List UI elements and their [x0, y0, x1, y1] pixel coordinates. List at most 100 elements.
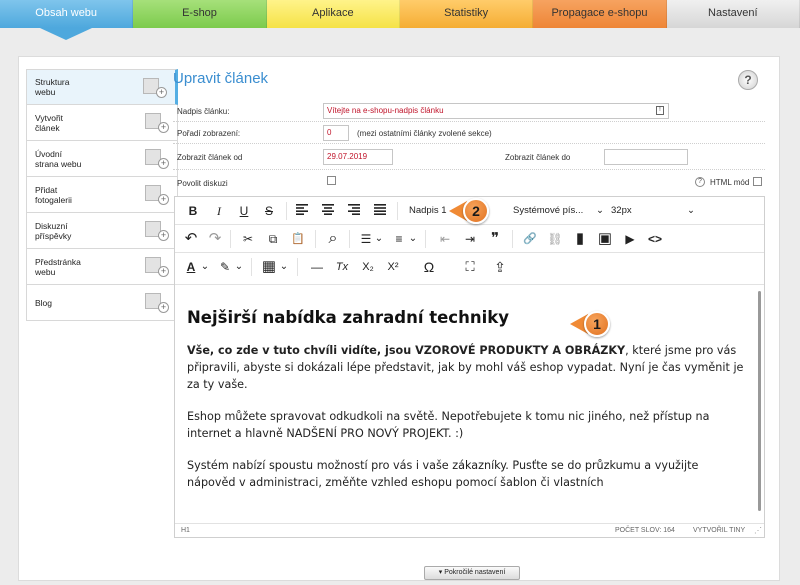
- chevron-down-icon[interactable]: ⌄: [687, 202, 697, 220]
- prepage-icon: +: [145, 255, 169, 277]
- search-icon[interactable]: ⌕: [323, 230, 343, 248]
- sidebar-item-label: Struktura webu: [35, 77, 70, 97]
- sidebar-item-predstranka[interactable]: Předstránka webu +: [26, 249, 178, 285]
- tab-obsah-webu[interactable]: Obsah webu: [0, 0, 134, 40]
- upload-icon[interactable]: ⇪: [490, 258, 510, 276]
- main-panel: Struktura webu + Vytvořit článek + Úvodn…: [18, 56, 780, 581]
- show-from-input[interactable]: 29.07.2019: [323, 149, 393, 165]
- fullscreen-icon[interactable]: ⛶: [460, 258, 480, 276]
- sidebar-item-label: Předstránka webu: [35, 256, 81, 277]
- tab-propagace[interactable]: Propagace e-shopu: [533, 0, 667, 28]
- tab-aplikace[interactable]: Aplikace: [266, 0, 400, 28]
- align-right-icon[interactable]: [344, 202, 364, 220]
- sidebar-item-label: Blog: [35, 297, 53, 308]
- sitemap-icon: +: [143, 76, 167, 98]
- sidebar: Struktura webu + Vytvořit článek + Úvodn…: [26, 69, 178, 321]
- subscript-icon[interactable]: X₂: [357, 258, 379, 276]
- chevron-down-icon[interactable]: ⌄: [279, 258, 289, 276]
- content-heading: Nejširší nabídka zahradní techniky: [187, 308, 509, 327]
- top-navigation: Obsah webu E-shop Aplikace Statistiky Pr…: [0, 0, 800, 40]
- tab-e-shop[interactable]: E-shop: [133, 0, 267, 28]
- numbered-list-icon[interactable]: ≡: [390, 230, 408, 248]
- toolbar-divider: [286, 202, 287, 220]
- advanced-settings-button[interactable]: ▾ Pokročilé nastavení: [424, 566, 520, 580]
- horizontal-line-icon[interactable]: —: [307, 258, 327, 276]
- show-from-label: Zobrazit článek od: [177, 153, 243, 162]
- indent-icon[interactable]: ⇥: [460, 230, 480, 248]
- dates-row: Zobrazit článek od 29.07.2019 Zobrazit č…: [173, 144, 765, 170]
- align-center-icon[interactable]: [318, 202, 338, 220]
- order-input[interactable]: 0: [323, 125, 349, 141]
- chevron-down-icon[interactable]: ⌄: [234, 258, 244, 276]
- bullet-list-icon[interactable]: ☰: [357, 230, 375, 248]
- bold-button[interactable]: B: [183, 202, 203, 220]
- superscript-icon[interactable]: X²: [382, 258, 404, 276]
- underline-button[interactable]: U: [234, 202, 254, 220]
- source-code-icon[interactable]: <>: [645, 230, 665, 248]
- outdent-icon[interactable]: ⇤: [435, 230, 455, 248]
- sidebar-item-blog[interactable]: Blog +: [26, 285, 178, 321]
- italic-button[interactable]: I: [209, 202, 229, 220]
- rich-text-editor: B I U S Nadpis 1 Systémové pís... ⌄ 32px…: [174, 196, 765, 538]
- sidebar-item-vytvorit-clanek[interactable]: Vytvořit článek +: [26, 105, 178, 141]
- editor-statusbar: H1 POČET SLOV: 164 VYTVOŘIL TINY ⋰: [175, 523, 764, 537]
- chevron-down-icon[interactable]: ⌄: [374, 230, 384, 248]
- image-icon[interactable]: ▣: [595, 230, 615, 248]
- info-icon: ?: [695, 177, 705, 187]
- element-path[interactable]: H1: [181, 524, 190, 537]
- unlink-icon[interactable]: ⛓: [545, 230, 565, 248]
- highlight-icon[interactable]: ✎: [217, 258, 233, 276]
- text-color-icon[interactable]: A: [183, 258, 199, 276]
- heading-label: Nadpis článku:: [177, 107, 230, 116]
- toolbar-divider: [230, 230, 231, 248]
- blockquote-icon[interactable]: ❞: [485, 230, 505, 248]
- tab-nastaveni[interactable]: Nastavení: [666, 0, 800, 28]
- content-paragraph: Eshop můžete spravovat odkudkoli na svět…: [187, 410, 710, 440]
- font-size-select[interactable]: 32px: [611, 202, 651, 220]
- heading-input[interactable]: Vítejte na e-shopu-nadpis článku !: [323, 103, 669, 119]
- tab-label: Statistiky: [444, 7, 489, 19]
- active-tab-pointer: [40, 28, 93, 40]
- tab-statistiky[interactable]: Statistiky: [399, 0, 534, 28]
- sidebar-item-label: Diskuzní příspěvky: [35, 220, 72, 241]
- heading-row: Nadpis článku: Vítejte na e-shopu-nadpis…: [173, 101, 765, 122]
- order-row: Pořadí zobrazení: 0 (mezi ostatními člán…: [173, 122, 765, 144]
- chevron-down-icon: ▾: [438, 569, 443, 576]
- table-icon[interactable]: ▦: [260, 258, 278, 276]
- copy-icon[interactable]: ⧉: [263, 230, 283, 248]
- clear-format-icon[interactable]: Tx: [332, 258, 352, 276]
- cut-icon[interactable]: ✂: [238, 230, 258, 248]
- powered-by[interactable]: VYTVOŘIL TINY: [693, 524, 745, 537]
- special-char-icon[interactable]: Ω: [419, 258, 439, 276]
- content-paragraph: Systém nabízí spoustu možností pro vás i…: [187, 459, 699, 489]
- sidebar-item-uvodni-strana[interactable]: Úvodní strana webu +: [26, 141, 178, 177]
- link-icon[interactable]: 🔗: [520, 230, 540, 248]
- advanced-settings-label: Pokročilé nastavení: [444, 569, 506, 576]
- align-left-icon[interactable]: [292, 202, 312, 220]
- align-justify-icon[interactable]: [370, 202, 390, 220]
- html-mode-checkbox[interactable]: [753, 177, 762, 186]
- editor-scrollbar[interactable]: [758, 291, 761, 511]
- sidebar-item-label: Přidat fotogalerii: [35, 184, 72, 205]
- show-to-input[interactable]: [604, 149, 688, 165]
- field-options-icon[interactable]: !: [656, 106, 664, 115]
- bookmark-icon[interactable]: ▮: [570, 230, 590, 248]
- chevron-down-icon[interactable]: ⌄: [596, 202, 606, 220]
- media-icon[interactable]: ▶: [620, 230, 640, 248]
- discussion-checkbox[interactable]: [327, 176, 336, 185]
- chevron-down-icon[interactable]: ⌄: [408, 230, 418, 248]
- sidebar-item-diskuzni-prispevky[interactable]: Diskuzní příspěvky +: [26, 213, 178, 249]
- sidebar-item-fotogalerie[interactable]: Přidat fotogalerii +: [26, 177, 178, 213]
- help-icon[interactable]: ?: [738, 70, 758, 90]
- font-family-select[interactable]: Systémové pís...: [513, 202, 593, 220]
- add-article-icon: +: [145, 111, 169, 133]
- chevron-down-icon[interactable]: ⌄: [200, 258, 210, 276]
- undo-icon[interactable]: ↶: [181, 230, 201, 248]
- redo-icon[interactable]: ↷: [205, 230, 225, 248]
- strikethrough-button[interactable]: S: [259, 202, 279, 220]
- editor-content[interactable]: Nejširší nabídka zahradní techniky Vše, …: [175, 286, 760, 518]
- sidebar-item-struktura[interactable]: Struktura webu +: [26, 69, 178, 105]
- resize-handle-icon[interactable]: ⋰: [754, 524, 762, 537]
- paste-icon[interactable]: 📋: [288, 230, 308, 248]
- tab-label: Aplikace: [312, 7, 354, 19]
